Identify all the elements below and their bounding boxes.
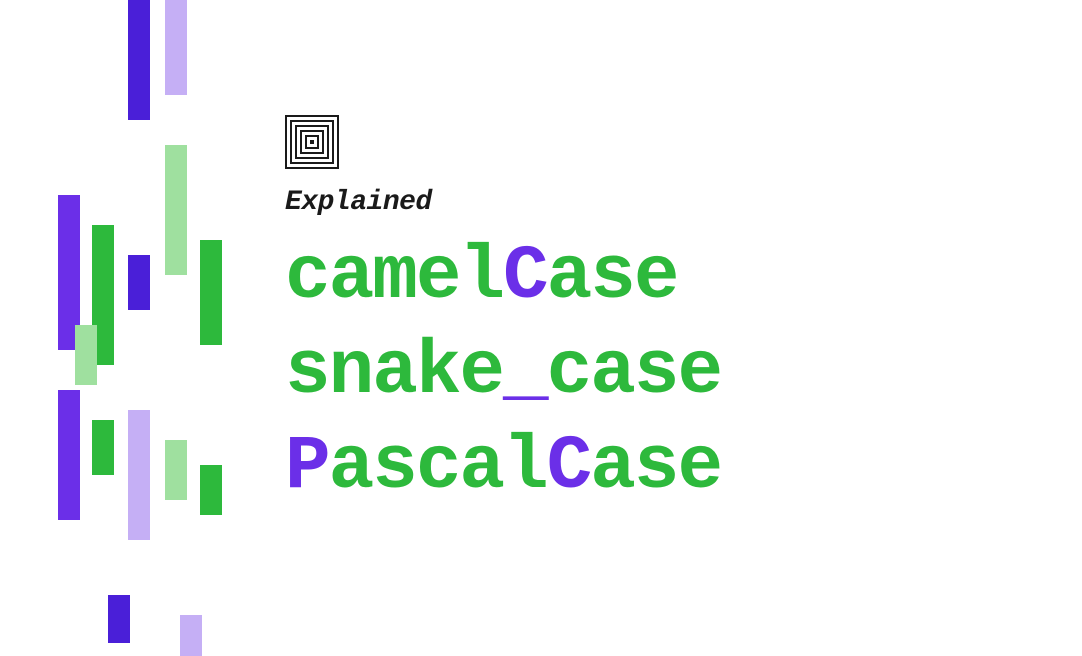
pascal-highlight-2: C (547, 424, 591, 510)
decorative-bar (165, 145, 187, 275)
content-area: Explained camelCase snake_case PascalCas… (285, 115, 721, 515)
decorative-bar (165, 440, 187, 500)
pascal-part-2: ase (590, 424, 721, 510)
decorative-bar (128, 255, 150, 310)
subtitle-text: Explained (285, 187, 721, 218)
decorative-bar (108, 595, 130, 643)
pascal-highlight-1: P (285, 424, 329, 510)
decorative-bar (128, 410, 150, 540)
decorative-bar (75, 325, 97, 385)
camel-prefix: camel (285, 234, 503, 320)
pascal-part-1: ascal (329, 424, 547, 510)
decorative-bar (128, 0, 150, 120)
camel-case-line: camelCase (285, 230, 721, 325)
decorative-bar (58, 390, 80, 520)
snake-case-line: snake_case (285, 325, 721, 420)
pascal-case-line: PascalCase (285, 420, 721, 515)
decorative-bar (92, 420, 114, 475)
spiral-logo-icon (285, 115, 339, 169)
snake-suffix: case (547, 329, 721, 415)
camel-highlight: C (503, 234, 547, 320)
camel-suffix: ase (547, 234, 678, 320)
decorative-bar (165, 0, 187, 95)
decorative-bar (180, 615, 202, 656)
snake-prefix: snake (285, 329, 503, 415)
decorative-bars-container (0, 0, 280, 656)
decorative-bar (200, 240, 222, 345)
snake-highlight: _ (503, 329, 547, 415)
decorative-bar (200, 465, 222, 515)
